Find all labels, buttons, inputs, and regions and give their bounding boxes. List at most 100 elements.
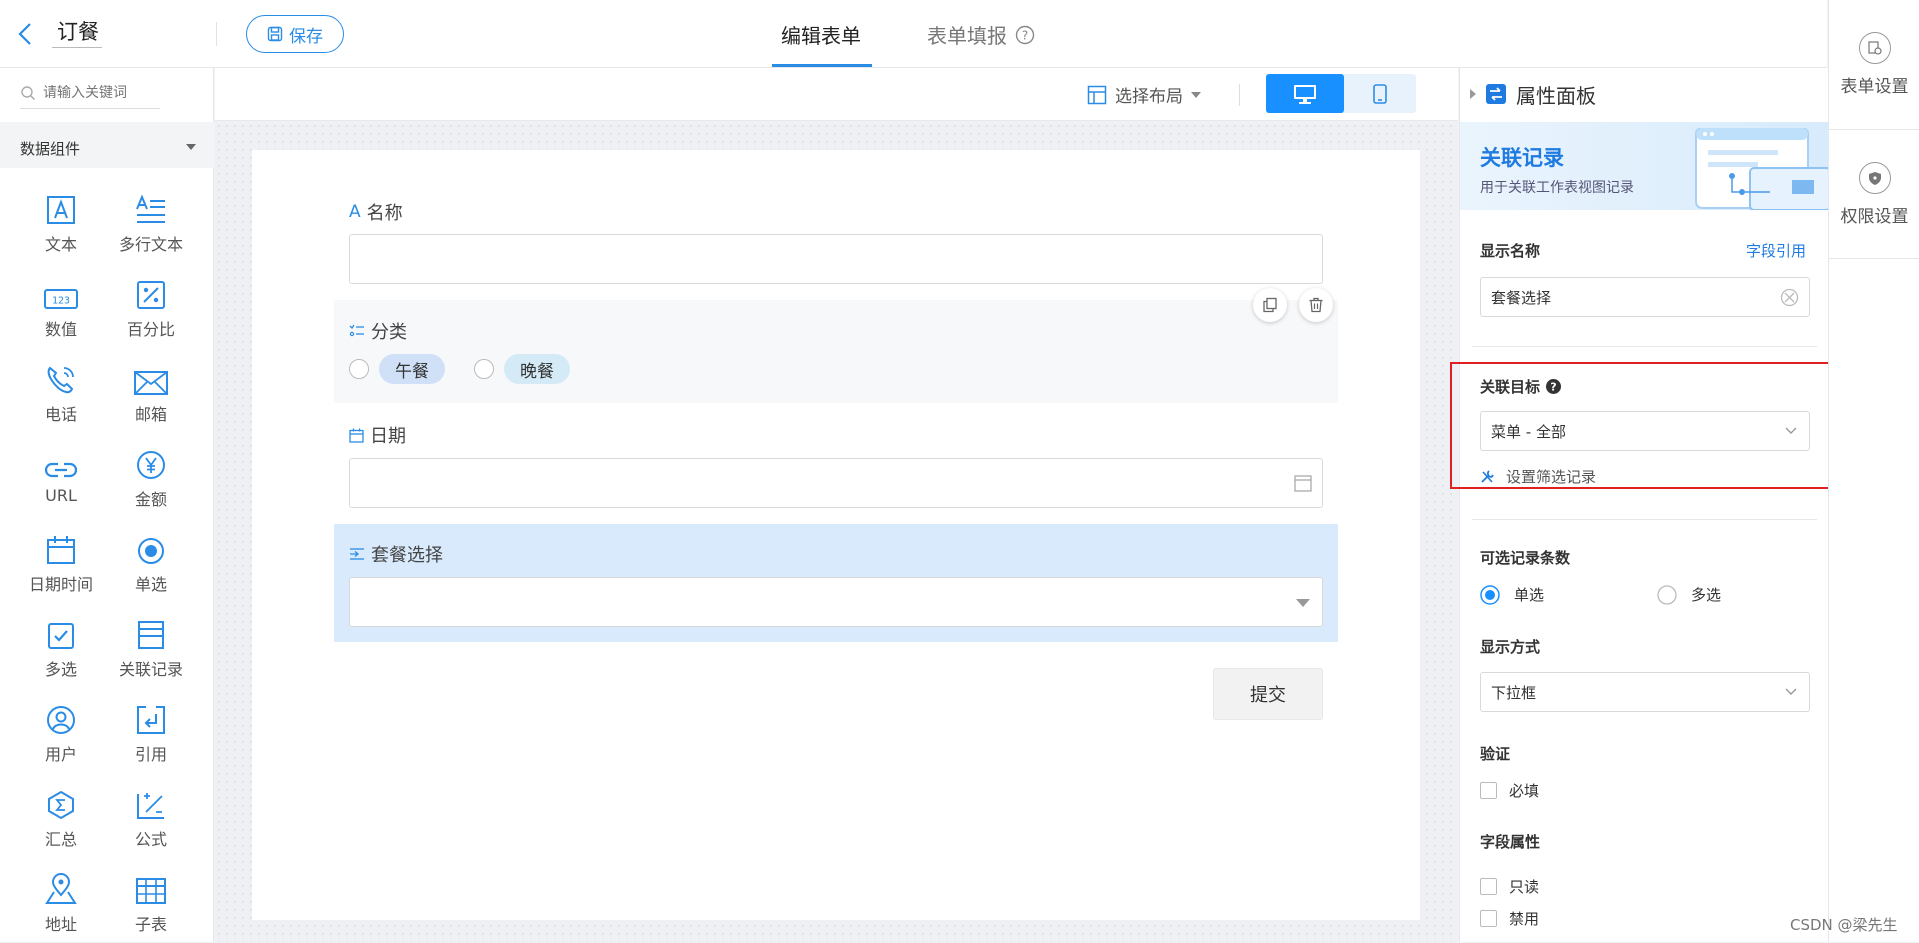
count-option-multiple[interactable]: 多选 (1657, 584, 1721, 605)
field-package-label: 套餐选择 (349, 541, 443, 567)
layout-icon (1087, 85, 1107, 105)
form-settings-button[interactable]: 表单设置 (1829, 32, 1919, 97)
divider (1472, 346, 1817, 347)
component-label: 金额 (134, 490, 167, 509)
delete-field-button[interactable] (1299, 288, 1333, 322)
save-icon (267, 26, 283, 42)
app-title: 订餐 (57, 20, 99, 44)
copy-icon (1262, 297, 1278, 313)
checkbox[interactable] (1480, 878, 1497, 895)
permission-settings-button[interactable]: 权限设置 (1829, 162, 1919, 227)
component-group-label: 数据组件 (20, 140, 81, 158)
option-label: 单选 (1514, 586, 1545, 604)
svg-text:?: ? (1022, 28, 1028, 42)
checkbox[interactable] (1480, 782, 1497, 799)
field-package-title: 套餐选择 (371, 545, 443, 566)
category-option-dinner[interactable]: 晚餐 (474, 354, 570, 384)
display-mode-select[interactable]: 下拉框 (1480, 672, 1810, 712)
field-category-block[interactable] (334, 300, 1338, 403)
property-panel-header[interactable]: 属性面板 (1460, 68, 1828, 120)
divider (216, 22, 217, 46)
radio-button[interactable] (349, 359, 369, 379)
radio-unselected[interactable] (1657, 584, 1677, 605)
caret-right-icon[interactable] (1470, 89, 1476, 99)
divider (1472, 519, 1817, 520)
checkbox[interactable] (1480, 910, 1497, 927)
back-arrow-icon[interactable] (18, 22, 32, 46)
annotation-highlight-box (1450, 362, 1871, 489)
required-checkbox-row[interactable]: 必填 (1480, 780, 1539, 801)
search-input[interactable] (43, 85, 153, 101)
display-name-input[interactable]: 套餐选择 (1480, 277, 1810, 317)
link-icon (44, 436, 78, 480)
disabled-checkbox-row[interactable]: 禁用 (1480, 908, 1539, 929)
component-label: 多行文本 (118, 235, 183, 254)
field-date-label[interactable]: 日期 (349, 422, 406, 448)
display-mode-value: 下拉框 (1491, 683, 1537, 702)
clear-icon[interactable] (1780, 288, 1799, 307)
component-related-record[interactable]: 关联记录 (96, 606, 206, 688)
count-option-single[interactable]: 单选 (1480, 584, 1544, 605)
save-button[interactable]: 保存 (246, 15, 344, 53)
desktop-icon (1293, 84, 1317, 104)
chevron-down-icon (1785, 688, 1797, 696)
field-name-title: 名称 (366, 203, 403, 224)
radio-button[interactable] (474, 359, 494, 379)
component-label: 数值 (44, 320, 77, 339)
category-option-lunch[interactable]: 午餐 (349, 354, 445, 384)
component-percent[interactable]: 百分比 (96, 266, 206, 348)
user-icon (46, 691, 76, 735)
mobile-view-button[interactable] (1344, 74, 1416, 113)
radio-icon (137, 521, 165, 565)
component-reference[interactable]: 引用 (96, 691, 206, 773)
field-category-label: 分类 (349, 318, 407, 344)
watermark: CSDN @梁先生 (1790, 916, 1898, 934)
component-subtable[interactable]: 子表 (96, 861, 206, 943)
component-single-select[interactable]: 单选 (96, 521, 206, 603)
formula-icon (136, 776, 166, 820)
mobile-icon (1373, 83, 1387, 104)
component-mail[interactable]: 邮箱 (96, 351, 206, 433)
field-name-label[interactable]: A 名称 (349, 199, 403, 225)
component-label: 子表 (134, 915, 167, 934)
tab-edit-form[interactable]: 编辑表单 (781, 20, 861, 49)
component-label: 多选 (44, 660, 77, 679)
component-amount[interactable]: 金额 (96, 436, 206, 518)
divider (1239, 84, 1240, 106)
search-box[interactable] (20, 78, 160, 109)
component-label: 日期时间 (28, 575, 93, 594)
field-reference-link[interactable]: 字段引用 (1746, 240, 1806, 261)
list-icon (349, 324, 365, 338)
svg-text:123: 123 (52, 296, 70, 307)
radio-selected[interactable] (1480, 584, 1500, 605)
related-record-icon (137, 606, 165, 650)
property-panel-icon (1486, 84, 1506, 104)
calendar-picker-icon[interactable] (1294, 475, 1312, 492)
copy-field-button[interactable] (1253, 288, 1287, 322)
permission-settings-label: 权限设置 (1840, 207, 1909, 227)
desktop-view-button[interactable] (1266, 74, 1344, 113)
layout-select[interactable]: 选择布局 (1087, 82, 1201, 107)
field-category-title: 分类 (371, 322, 407, 343)
text-field-icon: A (349, 202, 361, 222)
component-group-header[interactable]: 数据组件 (0, 122, 214, 168)
component-label: 关联记录 (118, 660, 183, 679)
tab-form-fill[interactable]: 表单填报 ? (927, 20, 1035, 49)
help-icon[interactable]: ? (1015, 25, 1035, 45)
component-multiline-text[interactable]: 多行文本 (96, 181, 206, 263)
package-select[interactable] (349, 577, 1323, 627)
yen-icon (136, 436, 166, 480)
component-panel: 数据组件 文本 多行文本 123 数值 百分比 电话 邮箱 URL 金额 日期时… (0, 68, 214, 942)
submit-button[interactable]: 提交 (1213, 668, 1323, 720)
readonly-label: 只读 (1509, 878, 1540, 896)
option-label: 多选 (1691, 586, 1722, 604)
caret-down-icon (1296, 599, 1310, 607)
percent-icon (136, 266, 166, 310)
trash-icon (1308, 297, 1324, 313)
date-input[interactable] (349, 458, 1323, 508)
component-formula[interactable]: 公式 (96, 776, 206, 858)
name-input[interactable] (349, 234, 1323, 284)
readonly-checkbox-row[interactable]: 只读 (1480, 876, 1539, 897)
component-label: 电话 (44, 405, 77, 424)
relation-icon (349, 547, 365, 561)
